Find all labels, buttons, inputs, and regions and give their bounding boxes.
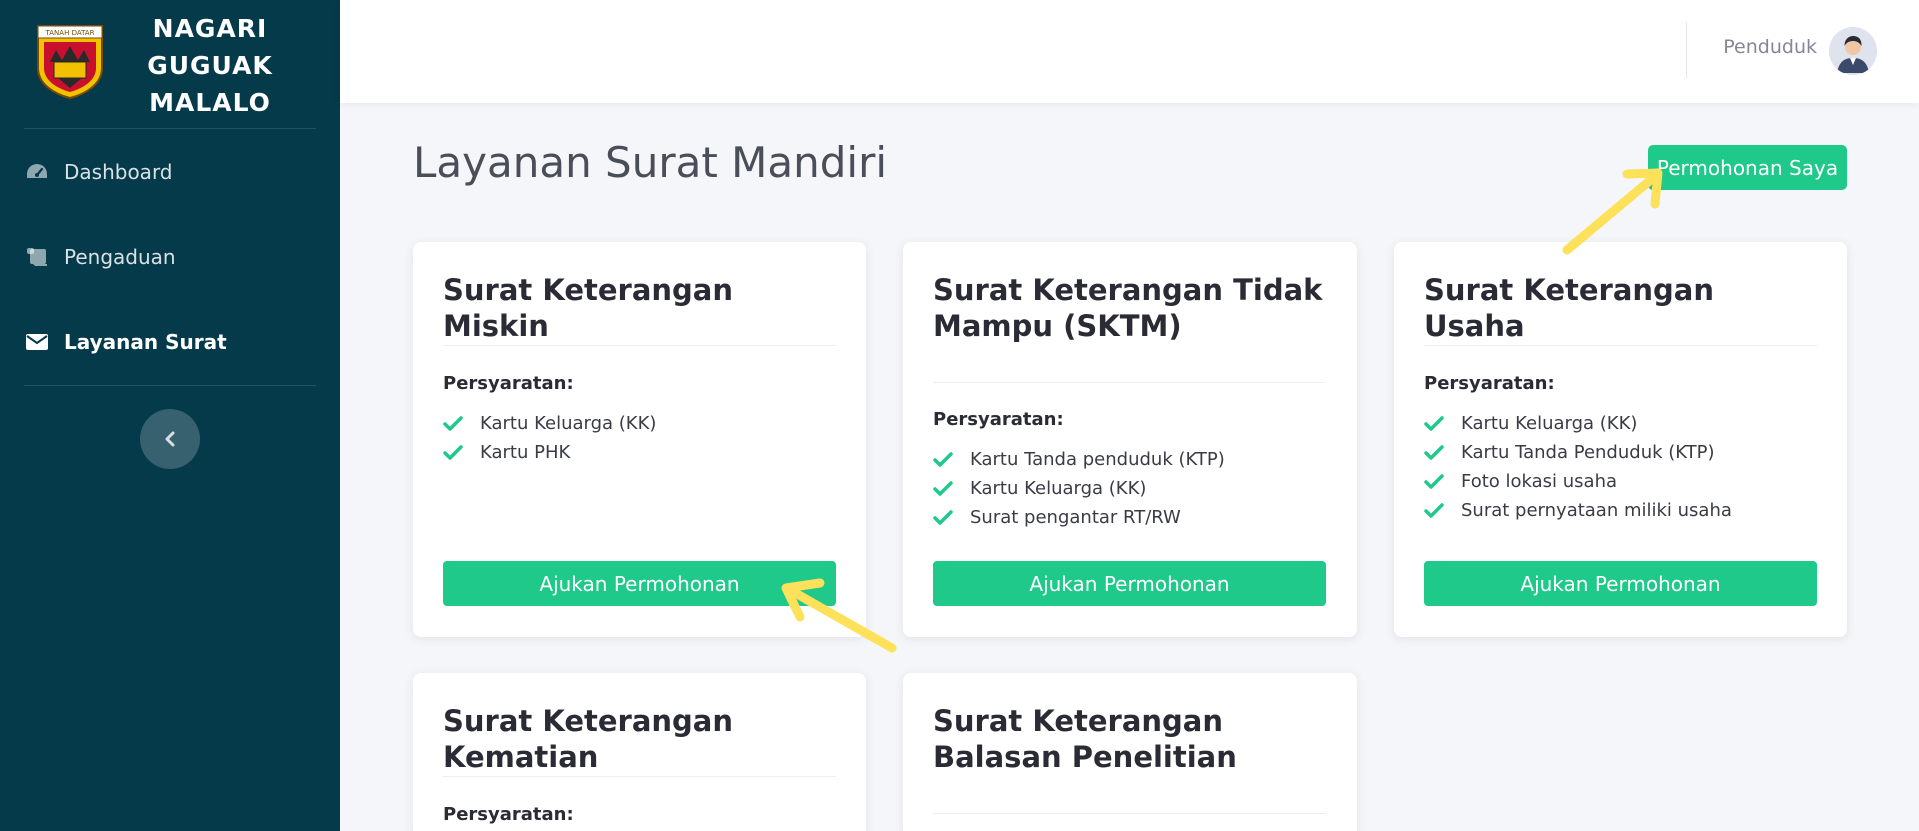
brand-name: NAGARI GUGUAK MALALO <box>130 10 290 121</box>
card-divider <box>933 813 1326 814</box>
page-title: Layanan Surat Mandiri <box>413 138 888 187</box>
tachometer-icon <box>24 160 50 184</box>
annotation-arrow-icon <box>781 578 897 653</box>
sidebar-divider <box>24 128 316 129</box>
sidebar-item-label: Layanan Surat <box>64 330 227 354</box>
brand-name-line-2: GUGUAK <box>147 51 273 80</box>
tanah-datar-emblem-logo: TANAH DATAR <box>37 25 103 100</box>
list-item: Kartu PHK <box>443 438 656 467</box>
list-item: Foto lokasi usaha <box>1424 467 1732 496</box>
check-icon <box>1424 473 1446 491</box>
sidebar-toggle-button[interactable] <box>140 409 200 469</box>
card-divider <box>1424 345 1817 346</box>
requirements-label: Persyaratan: <box>443 373 574 394</box>
card-divider <box>443 345 836 346</box>
card-divider <box>933 382 1326 383</box>
requirement-text: Kartu Tanda penduduk (KTP) <box>970 449 1225 470</box>
requirements-list: Kartu Tanda penduduk (KTP) Kartu Keluarg… <box>933 445 1225 532</box>
requirements-label: Persyaratan: <box>1424 373 1555 394</box>
list-item: Kartu Keluarga (KK) <box>443 409 656 438</box>
card-title: Surat Keterangan Balasan Penelitian <box>933 704 1237 774</box>
brand-name-line-1: NAGARI <box>152 14 268 43</box>
envelope-icon <box>24 330 50 354</box>
requirement-text: Kartu Keluarga (KK) <box>970 478 1147 499</box>
requirements-label: Persyaratan: <box>933 409 1064 430</box>
list-item: Kartu Keluarga (KK) <box>1424 409 1732 438</box>
scroll-icon <box>24 245 50 269</box>
sidebar-item-dashboard[interactable]: Dashboard <box>24 152 173 192</box>
check-icon <box>933 480 955 498</box>
brand-name-line-3: MALALO <box>149 88 271 117</box>
svg-text:TANAH DATAR: TANAH DATAR <box>45 29 95 37</box>
requirement-text: Kartu PHK <box>480 442 571 463</box>
check-icon <box>1424 444 1446 462</box>
sidebar-item-layanan-surat[interactable]: Layanan Surat <box>24 322 227 362</box>
my-requests-button[interactable]: Permohonan Saya <box>1648 145 1847 190</box>
brand[interactable]: TANAH DATAR NAGARI GUGUAK MALALO <box>0 0 340 128</box>
service-card-usaha: Surat Keterangan Usaha Persyaratan: Kart… <box>1394 242 1847 637</box>
check-icon <box>933 451 955 469</box>
requirement-text: Surat pernyataan miliki usaha <box>1461 500 1732 521</box>
requirement-text: Surat pengantar RT/RW <box>970 507 1181 528</box>
card-title: Surat Keterangan Kematian <box>443 704 734 774</box>
list-item: Surat pernyataan miliki usaha <box>1424 496 1732 525</box>
requirements-list: Kartu Keluarga (KK) Kartu Tanda Penduduk… <box>1424 409 1732 525</box>
check-icon <box>1424 415 1446 433</box>
service-card-kematian: Surat Keterangan Kematian Persyaratan: <box>413 673 866 831</box>
requirements-label: Persyaratan: <box>443 804 574 825</box>
check-icon <box>443 415 465 433</box>
check-icon <box>443 444 465 462</box>
requirement-text: Kartu Tanda Penduduk (KTP) <box>1461 442 1715 463</box>
requirement-text: Kartu Keluarga (KK) <box>480 413 657 434</box>
user-avatar-icon <box>1829 27 1877 75</box>
sidebar-divider <box>24 385 316 386</box>
chevron-left-icon <box>165 431 175 447</box>
sidebar-item-label: Pengaduan <box>64 245 176 269</box>
service-card-balasan-penelitian: Surat Keterangan Balasan Penelitian <box>903 673 1357 831</box>
card-divider <box>443 776 836 777</box>
annotation-arrow-icon <box>1562 168 1663 255</box>
service-card-sktm: Surat Keterangan Tidak Mampu (SKTM) Pers… <box>903 242 1357 637</box>
sidebar-item-pengaduan[interactable]: Pengaduan <box>24 237 176 277</box>
sidebar-item-label: Dashboard <box>64 160 173 184</box>
sidebar: TANAH DATAR NAGARI GUGUAK MALALO Dashboa… <box>0 0 340 831</box>
requirement-text: Kartu Keluarga (KK) <box>1461 413 1638 434</box>
check-icon <box>1424 502 1446 520</box>
user-name[interactable]: Penduduk <box>1680 36 1817 58</box>
card-title: Surat Keterangan Usaha <box>1424 273 1715 343</box>
avatar[interactable] <box>1829 27 1877 75</box>
list-item: Kartu Tanda penduduk (KTP) <box>933 445 1225 474</box>
submit-request-button[interactable]: Ajukan Permohonan <box>933 561 1326 606</box>
submit-request-button[interactable]: Ajukan Permohonan <box>1424 561 1817 606</box>
requirements-list: Kartu Keluarga (KK) Kartu PHK <box>443 409 656 467</box>
list-item: Surat pengantar RT/RW <box>933 503 1225 532</box>
card-title: Surat Keterangan Tidak Mampu (SKTM) <box>933 273 1323 343</box>
check-icon <box>933 509 955 527</box>
list-item: Kartu Tanda Penduduk (KTP) <box>1424 438 1732 467</box>
card-title: Surat Keterangan Miskin <box>443 273 734 343</box>
requirement-text: Foto lokasi usaha <box>1461 471 1618 492</box>
list-item: Kartu Keluarga (KK) <box>933 474 1225 503</box>
